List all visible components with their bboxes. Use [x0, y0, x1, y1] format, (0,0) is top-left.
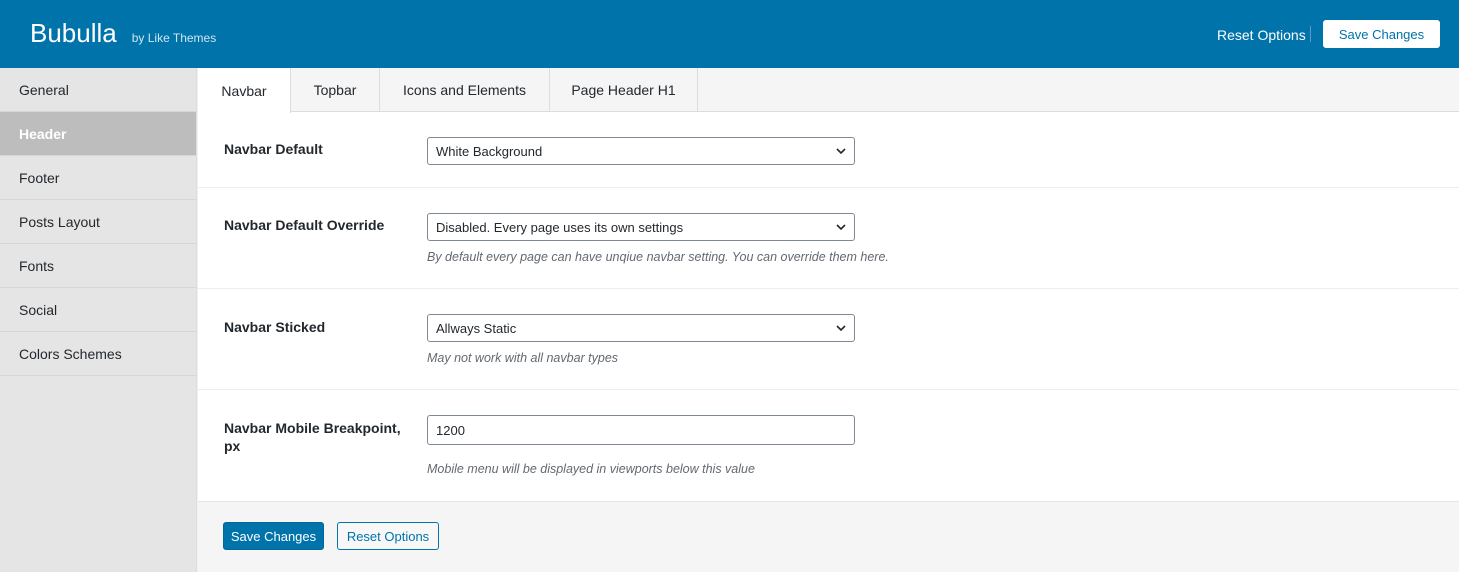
- navbar-override-select[interactable]: Disabled. Every page uses its own settin…: [427, 213, 855, 241]
- tab-icons-and-elements[interactable]: Icons and Elements: [380, 68, 550, 112]
- navbar-override-label: Navbar Default Override: [224, 217, 385, 233]
- header-save-changes-button[interactable]: Save Changes: [1323, 20, 1440, 48]
- tab-navbar[interactable]: Navbar: [198, 68, 291, 113]
- navbar-sticked-description: May not work with all navbar types: [427, 351, 619, 365]
- navbar-breakpoint-label-line1: Navbar Mobile Breakpoint,: [224, 420, 401, 436]
- setting-row-navbar-breakpoint: Navbar Mobile Breakpoint, px Mobile menu…: [198, 390, 1459, 501]
- app-byline: by Like Themes: [131, 31, 217, 45]
- tab-page-header-h1[interactable]: Page Header H1: [550, 68, 698, 112]
- navbar-breakpoint-label-line2: px: [224, 438, 241, 454]
- sidebar: General Header Footer Posts Layout Fonts…: [0, 68, 197, 572]
- navbar-breakpoint-label: Navbar Mobile Breakpoint, px: [224, 419, 401, 455]
- chevron-down-icon: [836, 224, 846, 231]
- save-changes-button[interactable]: Save Changes: [223, 522, 324, 550]
- navbar-default-label: Navbar Default: [224, 141, 323, 157]
- sidebar-item-general[interactable]: General: [0, 68, 196, 112]
- sidebar-item-footer[interactable]: Footer: [0, 156, 196, 200]
- form-footer: Save Changes Reset Options: [198, 501, 1459, 572]
- setting-row-navbar-sticked: Navbar Sticked Allways Static May not wo…: [198, 289, 1459, 390]
- top-header-bar: Bubulla by Like Themes Reset Options Sav…: [0, 0, 1459, 68]
- chevron-down-icon: [836, 325, 846, 332]
- app-title: Bubulla: [30, 18, 117, 48]
- tab-bar: Navbar Topbar Icons and Elements Page He…: [198, 68, 1459, 113]
- sidebar-item-fonts[interactable]: Fonts: [0, 244, 196, 288]
- main-content: Navbar Topbar Icons and Elements Page He…: [198, 68, 1459, 572]
- navbar-breakpoint-description: Mobile menu will be displayed in viewpor…: [427, 462, 755, 476]
- sidebar-item-posts-layout[interactable]: Posts Layout: [0, 200, 196, 244]
- navbar-default-select[interactable]: White Background: [427, 137, 855, 165]
- header-divider: [1310, 26, 1311, 42]
- sidebar-item-header[interactable]: Header: [0, 112, 196, 156]
- header-reset-options-link[interactable]: Reset Options: [1217, 27, 1306, 43]
- navbar-sticked-value: Allways Static: [436, 320, 517, 336]
- chevron-down-icon: [836, 148, 846, 155]
- navbar-sticked-select[interactable]: Allways Static: [427, 314, 855, 342]
- tab-topbar[interactable]: Topbar: [291, 68, 380, 112]
- navbar-default-value: White Background: [436, 143, 543, 159]
- navbar-override-description: By default every page can have unqiue na…: [427, 250, 889, 264]
- navbar-breakpoint-input[interactable]: [427, 415, 855, 445]
- navbar-override-value: Disabled. Every page uses its own settin…: [436, 219, 684, 235]
- setting-row-navbar-default: Navbar Default White Background: [198, 112, 1459, 188]
- sidebar-item-colors-schemes[interactable]: Colors Schemes: [0, 332, 196, 376]
- reset-options-button[interactable]: Reset Options: [337, 522, 439, 550]
- setting-row-navbar-override: Navbar Default Override Disabled. Every …: [198, 188, 1459, 289]
- brand: Bubulla by Like Themes: [30, 18, 216, 49]
- navbar-sticked-label: Navbar Sticked: [224, 319, 326, 335]
- sidebar-item-social[interactable]: Social: [0, 288, 196, 332]
